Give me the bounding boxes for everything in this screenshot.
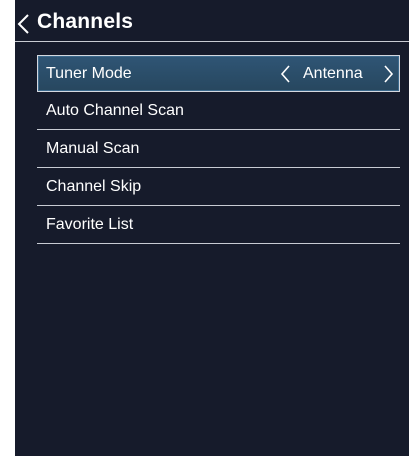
- back-chevron-left-icon[interactable]: [15, 13, 35, 35]
- tuner-mode-selector[interactable]: Antenna: [279, 56, 399, 91]
- menu-item-channel-skip[interactable]: Channel Skip: [37, 168, 400, 206]
- menu-item-label: Tuner Mode: [46, 65, 132, 82]
- menu-item-label: Manual Scan: [46, 140, 140, 157]
- page-title: Channels: [37, 10, 134, 33]
- menu-item-tuner-mode[interactable]: Tuner Mode Antenna: [37, 55, 400, 92]
- channels-menu: Tuner Mode Antenna Auto Channel Scan Man: [37, 55, 400, 244]
- chevron-left-icon[interactable]: [279, 64, 293, 84]
- menu-item-auto-channel-scan[interactable]: Auto Channel Scan: [37, 92, 400, 130]
- header-bar: Channels: [15, 0, 409, 42]
- channels-panel: Channels Tuner Mode Antenna Auto Channel…: [15, 0, 409, 456]
- menu-item-manual-scan[interactable]: Manual Scan: [37, 130, 400, 168]
- menu-item-label: Channel Skip: [46, 178, 142, 195]
- tuner-mode-value: Antenna: [303, 65, 363, 82]
- menu-item-label: Favorite List: [46, 216, 134, 233]
- chevron-right-icon[interactable]: [381, 64, 395, 84]
- menu-item-favorite-list[interactable]: Favorite List: [37, 206, 400, 244]
- menu-item-label: Auto Channel Scan: [46, 102, 184, 119]
